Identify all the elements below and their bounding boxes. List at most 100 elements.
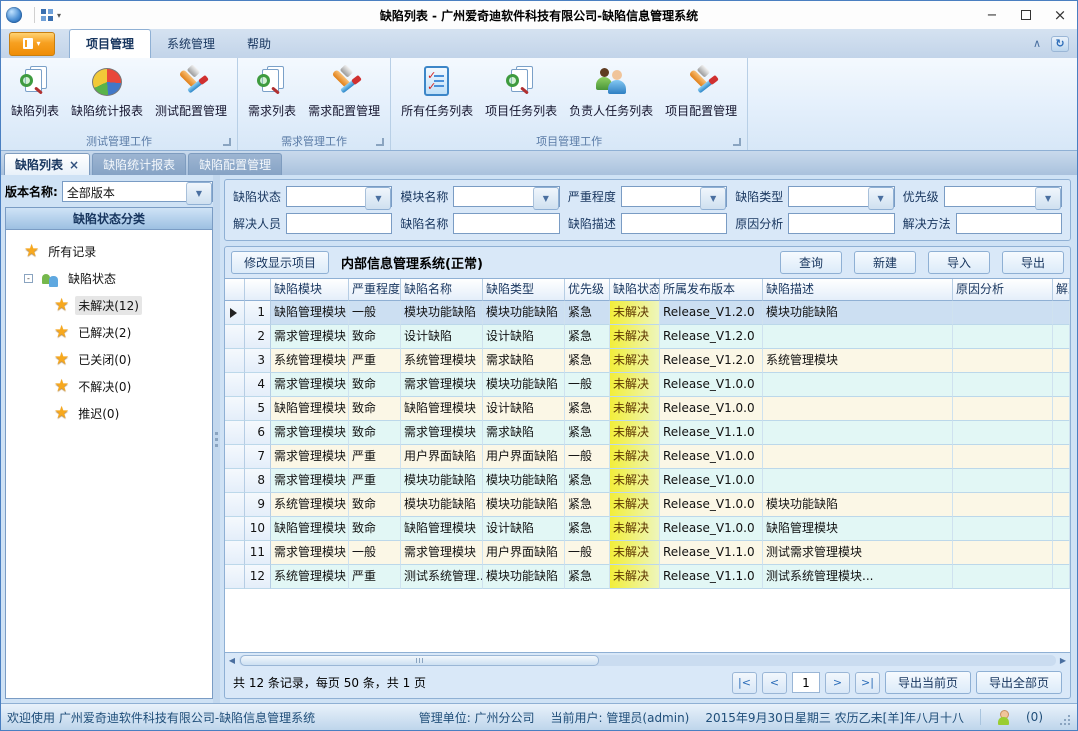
table-row[interactable]: 7需求管理模块严重用户界面缺陷用户界面缺陷一般未解决Release_V1.0.0	[225, 445, 1070, 469]
pager-page-input[interactable]	[792, 672, 820, 693]
doctab-defect-list[interactable]: 缺陷列表×	[4, 153, 90, 175]
table-row[interactable]: 3系统管理模块严重系统管理模块需求缺陷紧急未解决Release_V1.2.0系统…	[225, 349, 1070, 373]
column-header[interactable]: 缺陷模块	[271, 279, 349, 301]
query-button[interactable]: 查询	[780, 251, 842, 274]
pager-last-button[interactable]: >|	[855, 672, 880, 694]
chevron-down-icon[interactable]: ▼	[1035, 187, 1061, 210]
tree-item-unresolved[interactable]: ★未解决(12)	[6, 292, 212, 319]
filter-combo-module-name[interactable]: ▼	[453, 186, 559, 207]
column-header[interactable]: 缺陷状态	[610, 279, 660, 301]
ribbon-tab-system[interactable]: 系统管理	[151, 30, 231, 58]
app-menu-button[interactable]: ▾	[9, 32, 55, 56]
pager-first-button[interactable]: |<	[732, 672, 757, 694]
export-button[interactable]: 导出	[1002, 251, 1064, 274]
ribbon-button-project-task-list[interactable]: 项目任务列表	[479, 61, 563, 122]
filter-combo-defect-type[interactable]: ▼	[788, 186, 894, 207]
export-current-page-button[interactable]: 导出当前页	[885, 671, 971, 694]
filter-input-defect-name[interactable]	[453, 213, 559, 234]
close-icon[interactable]: ×	[69, 158, 79, 172]
table-cell: 模块功能缺陷	[483, 469, 565, 493]
ribbon-button-owner-task-list[interactable]: 负责人任务列表	[563, 61, 659, 122]
ribbon-button-all-task-list[interactable]: 所有任务列表	[395, 61, 479, 122]
close-button[interactable]: ×	[1043, 1, 1077, 29]
resize-grip[interactable]	[1059, 714, 1071, 726]
tree-item-closed[interactable]: ★已关闭(0)	[6, 346, 212, 373]
table-cell	[953, 397, 1053, 421]
tree-expand-icon[interactable]: -	[24, 274, 33, 283]
tree-item-resolved[interactable]: ★已解决(2)	[6, 319, 212, 346]
ribbon-button-requirement-config[interactable]: 需求配置管理	[302, 61, 386, 122]
horizontal-scrollbar[interactable]: ◀ ▶	[225, 653, 1070, 667]
table-row[interactable]: 12系统管理模块严重测试系统管理...模块功能缺陷紧急未解决Release_V1…	[225, 565, 1070, 589]
maximize-button[interactable]	[1009, 1, 1043, 29]
column-header[interactable]	[245, 279, 271, 301]
dialog-launcher-icon[interactable]	[733, 138, 741, 146]
ribbon-button-defect-report[interactable]: 缺陷统计报表	[65, 61, 149, 122]
table-row[interactable]: 6需求管理模块致命需求管理模块需求缺陷紧急未解决Release_V1.1.0	[225, 421, 1070, 445]
ribbon-button-defect-list[interactable]: 缺陷列表	[5, 61, 65, 122]
column-header[interactable]: 解决方法	[1053, 279, 1070, 301]
column-header[interactable]: 缺陷名称	[401, 279, 483, 301]
scroll-right-icon[interactable]: ▶	[1058, 656, 1068, 665]
export-all-pages-button[interactable]: 导出全部页	[976, 671, 1062, 694]
chevron-down-icon[interactable]: ▼	[186, 182, 212, 205]
doctab-defect-report[interactable]: 缺陷统计报表	[92, 153, 186, 175]
modify-columns-button[interactable]: 修改显示项目	[231, 251, 329, 274]
table-cell: 模块功能缺陷	[401, 469, 483, 493]
scrollbar-thumb[interactable]	[240, 655, 599, 666]
splitter-handle[interactable]	[213, 175, 220, 703]
column-header[interactable]: 缺陷描述	[763, 279, 953, 301]
new-button[interactable]: 新建	[854, 251, 916, 274]
doctab-defect-config[interactable]: 缺陷配置管理	[188, 153, 282, 175]
column-header[interactable]: 严重程度	[349, 279, 401, 301]
ribbon-tab-project[interactable]: 项目管理	[69, 29, 151, 58]
chevron-down-icon[interactable]: ▼	[868, 187, 894, 210]
help-icon[interactable]: ↻	[1051, 36, 1069, 52]
pager-next-button[interactable]: >	[825, 672, 850, 694]
chevron-down-icon[interactable]: ▼	[533, 187, 559, 210]
filter-combo-priority[interactable]: ▼	[944, 186, 1062, 207]
table-row[interactable]: 2需求管理模块致命设计缺陷设计缺陷紧急未解决Release_V1.2.0	[225, 325, 1070, 349]
table-row[interactable]: 9系统管理模块致命模块功能缺陷模块功能缺陷紧急未解决Release_V1.0.0…	[225, 493, 1070, 517]
dialog-launcher-icon[interactable]	[376, 138, 384, 146]
filter-input-solution[interactable]	[956, 213, 1062, 234]
filter-input-cause-analysis[interactable]	[788, 213, 894, 234]
chevron-down-icon[interactable]: ▼	[700, 187, 726, 210]
column-header[interactable]: 原因分析	[953, 279, 1053, 301]
column-header[interactable]: 缺陷类型	[483, 279, 565, 301]
chevron-down-icon[interactable]: ▼	[365, 187, 391, 210]
version-combobox[interactable]: 全部版本 ▼	[62, 181, 213, 202]
table-row[interactable]: 1缺陷管理模块一般模块功能缺陷模块功能缺陷紧急未解决Release_V1.2.0…	[225, 301, 1070, 325]
scrollbar-track[interactable]	[239, 655, 1056, 666]
table-cell: 需求缺陷	[483, 349, 565, 373]
tree-item-wont-fix[interactable]: ★不解决(0)	[6, 373, 212, 400]
filter-combo-severity[interactable]: ▼	[621, 186, 727, 207]
column-header[interactable]: 所属发布版本	[660, 279, 763, 301]
filter-input-defect-desc[interactable]	[621, 213, 727, 234]
tree-item-label: 推迟(0)	[75, 404, 122, 423]
quick-access-icon[interactable]	[41, 9, 54, 22]
quick-access-dropdown-icon[interactable]: ▾	[57, 11, 61, 20]
ribbon-tab-help[interactable]: 帮助	[231, 30, 287, 58]
table-row[interactable]: 10缺陷管理模块致命缺陷管理模块设计缺陷紧急未解决Release_V1.0.0缺…	[225, 517, 1070, 541]
ribbon-button-test-config[interactable]: 测试配置管理	[149, 61, 233, 122]
ribbon-button-project-config[interactable]: 项目配置管理	[659, 61, 743, 122]
table-row[interactable]: 4需求管理模块致命需求管理模块模块功能缺陷一般未解决Release_V1.0.0	[225, 373, 1070, 397]
table-row[interactable]: 8需求管理模块严重模块功能缺陷模块功能缺陷紧急未解决Release_V1.0.0	[225, 469, 1070, 493]
tree-item-defect-status[interactable]: -缺陷状态	[6, 265, 212, 292]
dialog-launcher-icon[interactable]	[223, 138, 231, 146]
minimize-button[interactable]: −	[975, 1, 1009, 29]
column-header[interactable]	[225, 279, 245, 301]
import-button[interactable]: 导入	[928, 251, 990, 274]
filter-combo-defect-status[interactable]: ▼	[286, 186, 392, 207]
tree-item-postponed[interactable]: ★推迟(0)	[6, 400, 212, 427]
column-header[interactable]: 优先级	[565, 279, 610, 301]
filter-input-resolver[interactable]	[286, 213, 392, 234]
pager-prev-button[interactable]: <	[762, 672, 787, 694]
tree-item-all-records[interactable]: ★所有记录	[6, 238, 212, 265]
ribbon-collapse-icon[interactable]: ∧	[1033, 39, 1041, 49]
ribbon-button-requirement-list[interactable]: 需求列表	[242, 61, 302, 122]
table-row[interactable]: 5缺陷管理模块致命缺陷管理模块设计缺陷紧急未解决Release_V1.0.0	[225, 397, 1070, 421]
table-row[interactable]: 11需求管理模块一般需求管理模块用户界面缺陷一般未解决Release_V1.1.…	[225, 541, 1070, 565]
scroll-left-icon[interactable]: ◀	[227, 656, 237, 665]
